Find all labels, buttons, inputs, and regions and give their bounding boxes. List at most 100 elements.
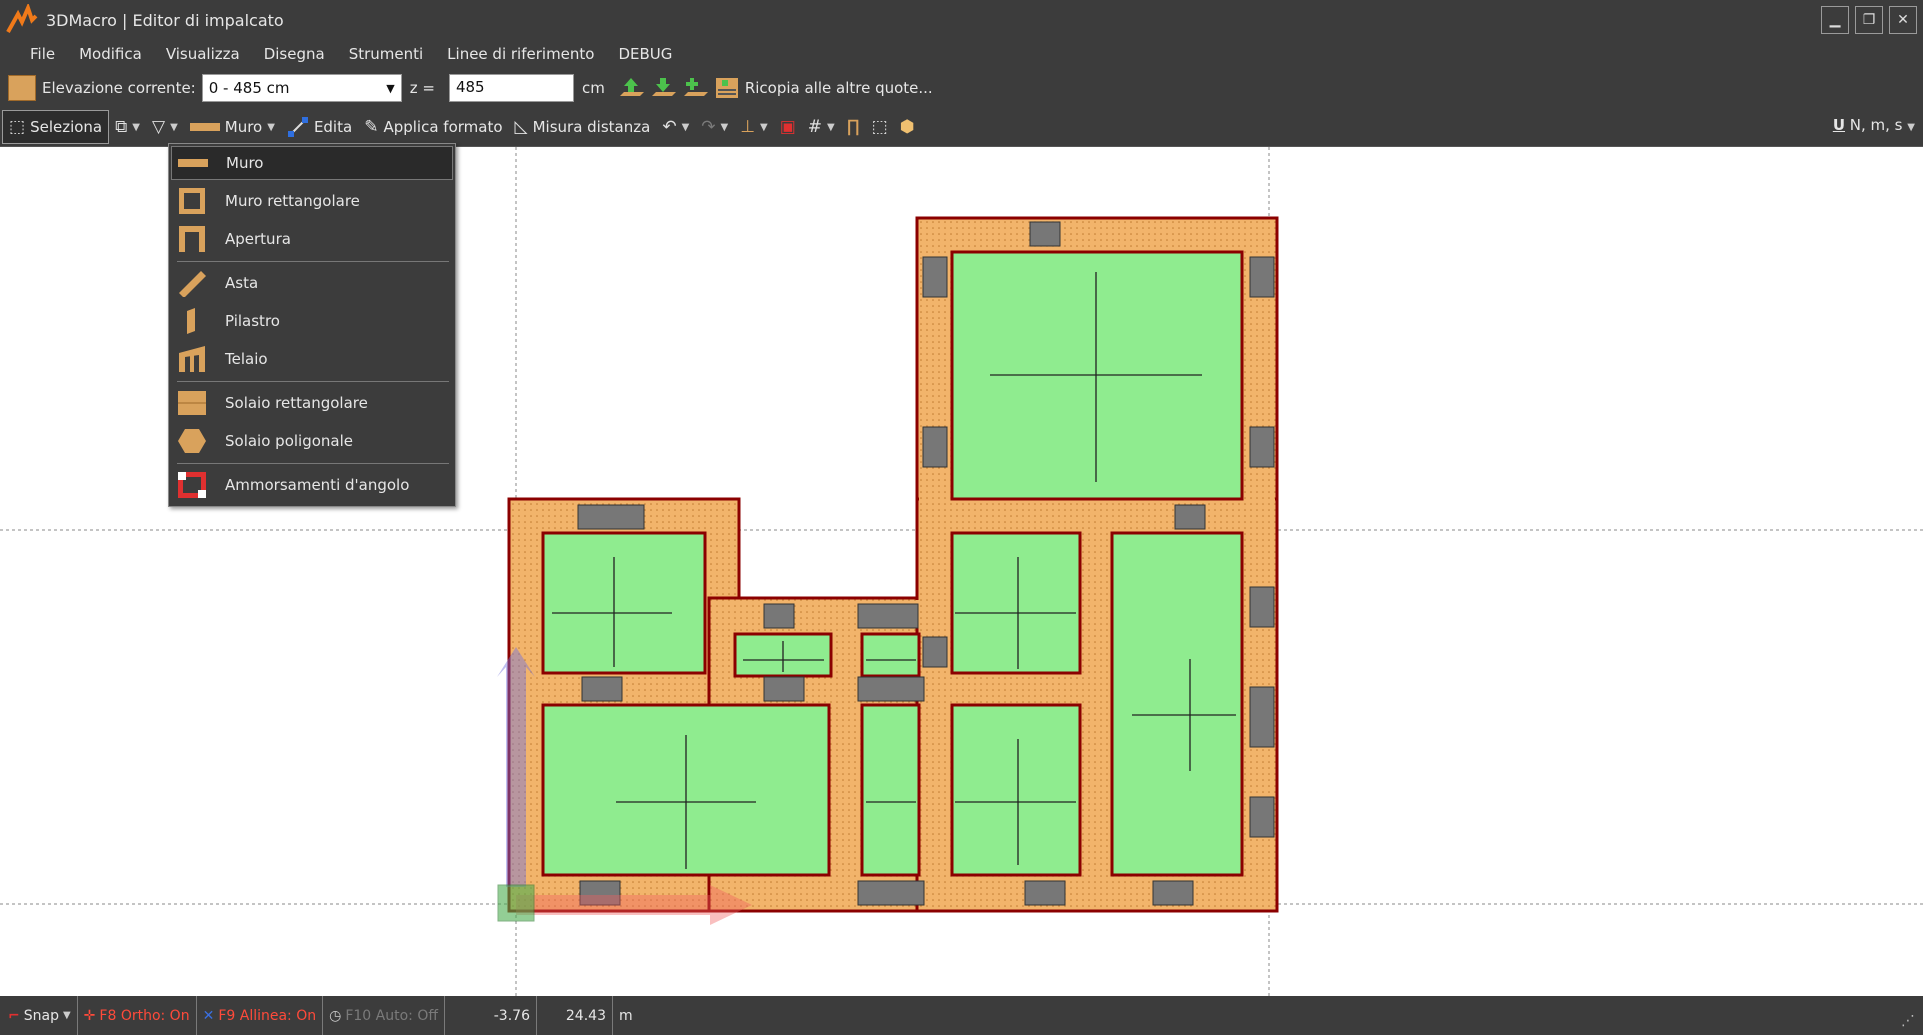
menu-strumenti[interactable]: Strumenti (337, 45, 435, 63)
undo-icon: ↶ (662, 117, 677, 137)
select-label: Seleziona (30, 118, 103, 136)
z-label: z = (409, 79, 435, 97)
apply-format-button[interactable]: ✎ Applica formato (358, 110, 508, 144)
opening-icon (179, 226, 205, 252)
coord-unit: m (613, 996, 639, 1035)
corner-joint-icon: ▣ (779, 117, 796, 137)
menu-linee-riferimento[interactable]: Linee di riferimento (435, 45, 606, 63)
snap-button[interactable]: ⌐ Snap ▼ (0, 996, 78, 1035)
units-selector[interactable]: U N, m, s ▼ (1833, 116, 1915, 134)
foundation-button[interactable]: ⊥ ▼ (734, 110, 774, 144)
dropdown-item-solaio-rettangolare[interactable]: Solaio rettangolare (171, 386, 453, 420)
level-down-icon[interactable] (649, 75, 677, 101)
wall-tool-dropdown: Muro Muro rettangolare Apertura Asta Pil… (168, 143, 456, 507)
coord-x: -3.76 (445, 996, 537, 1035)
edit-button[interactable]: Edita (281, 110, 358, 144)
region-icon: ⬚ (871, 117, 888, 137)
coord-y: 24.43 (537, 996, 613, 1035)
ortho-toggle[interactable]: ✛ F8 Ortho: On (78, 996, 197, 1035)
dropdown-item-telaio[interactable]: Telaio (171, 342, 453, 376)
ortho-icon: ✛ (83, 1007, 96, 1024)
foundation-icon: ⊥ (740, 117, 756, 137)
edit-label: Edita (313, 118, 353, 136)
coord-x-value: -3.76 (493, 1007, 530, 1024)
grid-button[interactable]: # ▼ (802, 110, 841, 144)
frame-icon (179, 346, 205, 372)
align-label: F9 Allinea: On (218, 1007, 317, 1024)
coord-unit-label: m (618, 1007, 633, 1024)
copy-levels-icon[interactable] (713, 75, 741, 101)
tools-toolbar: ⬚ Seleziona ⧉ ▼ ▽ ▼ Muro ▼ Edita ✎ Applica… (0, 108, 1923, 146)
elevation-label: Elevazione corrente: (42, 79, 196, 97)
dropdown-item-pilastro[interactable]: Pilastro (171, 304, 453, 338)
edit-node-icon (287, 117, 308, 137)
copy-levels-label[interactable]: Ricopia alle altre quote... (745, 79, 933, 97)
menu-debug[interactable]: DEBUG (606, 45, 684, 63)
dropdown-separator (177, 463, 449, 464)
level-add-icon[interactable] (681, 75, 709, 101)
dropdown-item-ammorsamenti[interactable]: Ammorsamenti d'angolo (171, 468, 453, 502)
measure-button[interactable]: ◺ Misura distanza (509, 110, 657, 144)
wall-icon (189, 123, 220, 131)
dropdown-item-asta[interactable]: Asta (171, 266, 453, 300)
chevron-down-icon: ▼ (170, 121, 178, 133)
elevation-select[interactable]: 0 - 485 cm ▼ (201, 74, 402, 102)
selection-mode-button[interactable]: ⧉ ▼ (109, 110, 146, 144)
close-button[interactable]: ✕ (1889, 6, 1917, 34)
filter-button[interactable]: ▽ ▼ (146, 110, 184, 144)
select-cursor-icon: ⬚ (9, 117, 26, 137)
region-button[interactable]: ⬚ (866, 110, 894, 144)
snap-icon: ⌐ (8, 1007, 20, 1024)
chevron-down-icon: ▼ (827, 121, 835, 133)
menu-disegna[interactable]: Disegna (252, 45, 337, 63)
menu-file[interactable]: File (18, 45, 67, 63)
chevron-down-icon: ▼ (720, 121, 729, 133)
auto-label: F10 Auto: Off (345, 1007, 438, 1024)
chevron-down-icon: ▼ (1907, 122, 1915, 133)
wall-tool-button[interactable]: Muro ▼ (184, 110, 281, 144)
dropdown-item-muro-rettangolare[interactable]: Muro rettangolare (171, 184, 453, 218)
dropdown-separator (177, 381, 449, 382)
apply-format-label: Applica formato (383, 118, 503, 136)
menu-visualizza[interactable]: Visualizza (154, 45, 252, 63)
elevation-value: 0 - 485 cm (208, 79, 290, 97)
dropdown-item-solaio-poligonale[interactable]: Solaio poligonale (171, 424, 453, 458)
cube-select-icon: ⧉ (115, 117, 128, 137)
measure-label: Misura distanza (532, 118, 651, 136)
elevation-icon (8, 75, 36, 101)
opening-button[interactable]: ∏ (841, 110, 866, 144)
minimize-button[interactable]: ▁ (1821, 6, 1849, 34)
slabs[interactable] (541, 250, 1244, 877)
corner-joint-button[interactable]: ▣ (774, 110, 802, 144)
dropdown-item-apertura[interactable]: Apertura (171, 222, 453, 256)
corner-joint-icon (178, 472, 206, 498)
resize-grip-icon[interactable]: ⋰ (1901, 1013, 1915, 1029)
menu-modifica[interactable]: Modifica (67, 45, 154, 63)
align-toggle[interactable]: ✕ F9 Allinea: On (197, 996, 324, 1035)
redo-button[interactable]: ↷ ▼ (695, 110, 734, 144)
ortho-label: F8 Ortho: On (99, 1007, 190, 1024)
window-title: 3DMacro | Editor di impalcato (46, 10, 284, 30)
auto-toggle[interactable]: ◷ F10 Auto: Off (323, 996, 445, 1035)
z-input[interactable]: 485 (448, 74, 574, 102)
chevron-down-icon: ▼ (760, 121, 768, 133)
status-bar: ⌐ Snap ▼ ✛ F8 Ortho: On ✕ F9 Allinea: On… (0, 996, 1923, 1035)
undo-button[interactable]: ↶ ▼ (656, 110, 695, 144)
view3d-button[interactable]: ⬢ (894, 110, 921, 144)
chevron-down-icon: ▼ (386, 81, 395, 95)
select-button[interactable]: ⬚ Seleziona (2, 110, 110, 144)
app-logo-icon (6, 4, 38, 33)
restore-button[interactable]: ❐ (1855, 6, 1883, 34)
column-icon (187, 308, 195, 334)
units-icon: U (1832, 116, 1845, 134)
wall-tool-label: Muro (224, 118, 263, 136)
clock-icon: ◷ (329, 1007, 342, 1024)
rect-wall-icon (179, 188, 205, 214)
poly-slab-icon (178, 429, 206, 453)
level-up-icon[interactable] (617, 75, 645, 101)
dropdown-item-muro[interactable]: Muro (171, 146, 453, 180)
align-icon: ✕ (202, 1007, 215, 1024)
unit-label: cm (581, 79, 605, 97)
chevron-down-icon: ▼ (62, 1010, 71, 1021)
brush-icon: ✎ (364, 117, 379, 137)
